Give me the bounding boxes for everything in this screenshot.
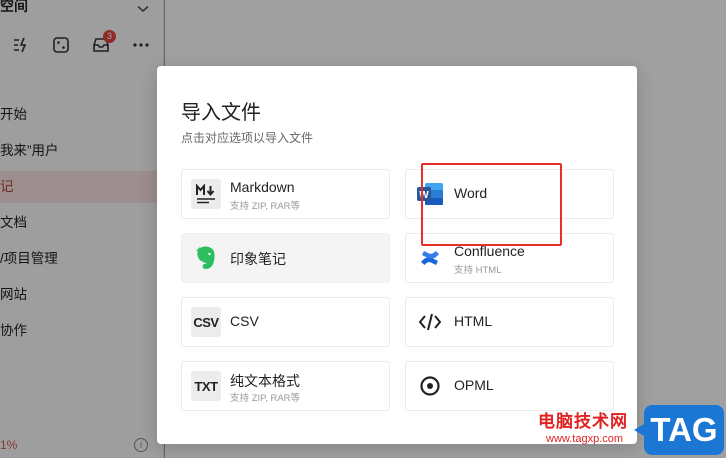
markdown-icon <box>191 179 221 209</box>
txt-icon: TXT <box>191 371 221 401</box>
csv-icon: CSV <box>191 307 221 337</box>
import-option-evernote[interactable]: 印象笔记 <box>181 233 390 283</box>
import-file-dialog: 导入文件 点击对应选项以导入文件 Markdown 支持 ZIP, RAR等 W… <box>157 66 637 444</box>
code-icon <box>415 307 445 337</box>
import-option-csv[interactable]: CSV CSV <box>181 297 390 347</box>
import-option-opml[interactable]: OPML <box>405 361 614 411</box>
highlight-box <box>421 163 562 246</box>
option-name: CSV <box>230 313 259 329</box>
import-option-plain-text[interactable]: TXT 纯文本格式 支持 ZIP, RAR等 <box>181 361 390 411</box>
option-desc: 支持 HTML <box>454 265 502 276</box>
option-name: 纯文本格式 <box>230 373 300 389</box>
option-name: OPML <box>454 377 494 393</box>
option-name: HTML <box>454 313 493 329</box>
watermark-text: 电脑技术网 <box>538 412 628 431</box>
opml-icon <box>415 371 445 401</box>
dialog-title: 导入文件 <box>181 102 261 124</box>
watermark: 电脑技术网 www.tagxp.com TAG <box>538 405 724 457</box>
import-option-markdown[interactable]: Markdown 支持 ZIP, RAR等 <box>181 169 390 219</box>
option-name: Markdown <box>230 179 295 195</box>
evernote-icon <box>191 243 221 273</box>
import-option-html[interactable]: HTML <box>405 297 614 347</box>
watermark-url: www.tagxp.com <box>546 433 624 445</box>
confluence-icon <box>415 243 445 273</box>
dialog-subtitle: 点击对应选项以导入文件 <box>181 131 314 145</box>
watermark-logo: TAG <box>634 405 724 455</box>
option-name: 印象笔记 <box>230 251 286 267</box>
option-desc: 支持 ZIP, RAR等 <box>230 201 301 212</box>
option-desc: 支持 ZIP, RAR等 <box>230 393 301 404</box>
